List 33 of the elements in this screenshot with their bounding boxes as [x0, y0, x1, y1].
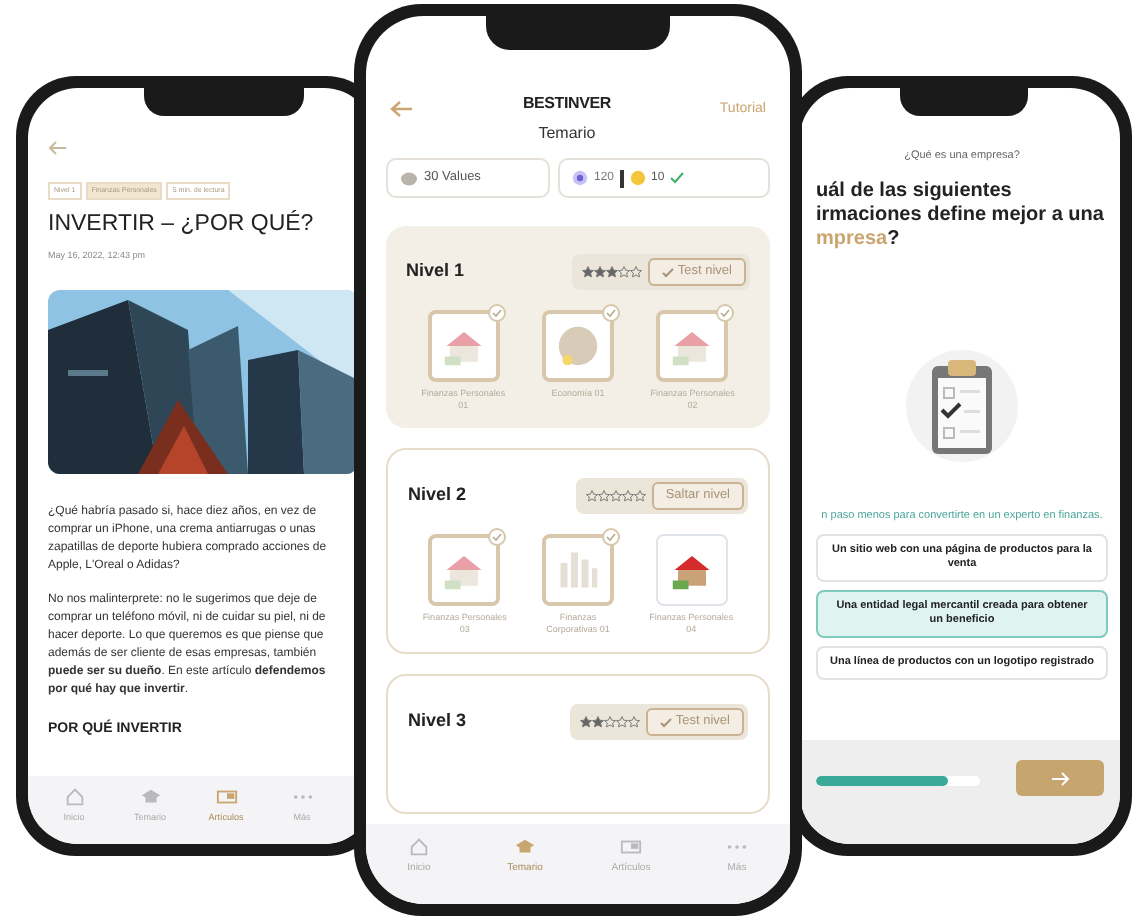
question-text: ?: [887, 228, 900, 253]
next-button[interactable]: [1016, 760, 1104, 796]
check-icon: [670, 172, 685, 184]
topic-tile[interactable]: [427, 310, 500, 382]
topic-tile[interactable]: [656, 310, 729, 382]
gem-icon: [572, 170, 588, 186]
notch: [900, 88, 1028, 116]
topic-tile[interactable]: [655, 534, 728, 606]
check-icon: [661, 267, 674, 277]
question-text: uál de las siguientes: [816, 180, 1012, 205]
question-text: mpresa: [816, 228, 888, 253]
level-title: Nivel 1: [406, 258, 465, 285]
screen-title: Temario: [538, 122, 596, 146]
level-title: Nivel 2: [408, 482, 467, 509]
check-icon: [659, 717, 672, 727]
newspaper-icon: [620, 836, 642, 858]
topic-tile[interactable]: [541, 534, 614, 606]
topic-tile[interactable]: [428, 534, 501, 606]
home-icon: [408, 836, 430, 858]
back-arrow-icon[interactable]: [390, 100, 414, 118]
graduation-cap-icon: [139, 786, 161, 808]
coin-icon: [629, 170, 646, 186]
level-title: Nivel 3: [408, 708, 467, 735]
back-arrow-icon[interactable]: [48, 140, 68, 156]
question-text: irmaciones define mejor a una: [816, 204, 1104, 229]
home-icon: [63, 786, 85, 808]
newspaper-icon: [215, 786, 237, 808]
arrow-right-icon: [1051, 771, 1069, 785]
article-title: INVERTIR – ¿POR QUÉ?: [48, 210, 316, 241]
clipboard-drawing: [904, 348, 1020, 465]
logo: BESTINVER: [522, 92, 611, 116]
topic-tile[interactable]: [541, 310, 614, 382]
graduation-cap-icon: [514, 836, 536, 858]
